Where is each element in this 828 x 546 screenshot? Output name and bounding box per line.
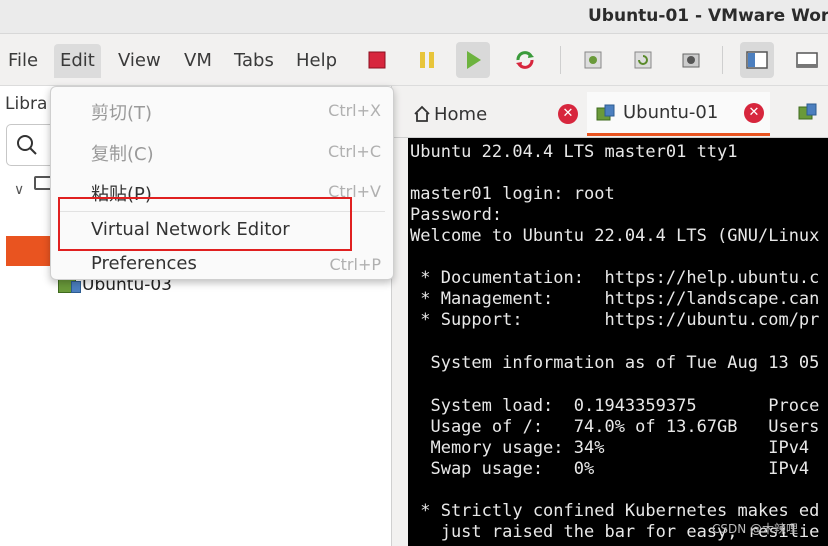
menu-item-cut[interactable]: 剪切(T) Ctrl+X [51, 93, 393, 127]
console-line: System load: 0.1943359375 Proce [410, 396, 820, 416]
library-view-button[interactable] [740, 42, 774, 78]
title-bar: Ubuntu-01 - VMware Work [0, 0, 828, 34]
power-on-icon [467, 51, 481, 69]
menu-item-preferences[interactable]: Preferences Ctrl+P [51, 247, 393, 281]
console-line: * Documentation: https://help.ubuntu.c [410, 268, 820, 288]
tab-ubuntu-01[interactable]: Ubuntu-01 ✕ [587, 92, 770, 136]
power-off-icon [368, 51, 386, 69]
home-icon [414, 105, 430, 122]
library-title: Libra [5, 94, 48, 114]
menu-item-shortcut: Ctrl+X [328, 101, 381, 120]
annotation-highlight-box [58, 197, 352, 251]
menu-edit[interactable]: Edit [54, 44, 101, 78]
console-line: * Support: https://ubuntu.com/pr [410, 310, 820, 330]
suspend-button[interactable] [410, 42, 444, 78]
snapshot-button[interactable] [576, 42, 610, 78]
close-icon[interactable]: ✕ [558, 104, 578, 124]
power-on-button[interactable] [456, 42, 490, 78]
snapshot-icon [584, 51, 602, 69]
restart-button[interactable] [508, 42, 542, 78]
panel-divider[interactable] [392, 138, 408, 546]
window-title: Ubuntu-01 - VMware Work [588, 6, 828, 26]
library-view-icon [746, 51, 768, 69]
menu-item-label: 复制(C) [91, 144, 154, 165]
console-line: * Management: https://landscape.can [410, 289, 820, 309]
power-off-button[interactable] [360, 42, 394, 78]
tree-expand-chevron-icon[interactable]: ∨ [14, 182, 24, 198]
console-line: Memory usage: 34% IPv4 [410, 438, 810, 458]
menu-item-label: Preferences [91, 253, 197, 274]
console-line: * Strictly confined Kubernetes makes ed [410, 501, 820, 521]
tab-bar: Home ✕ Ubuntu-01 ✕ [392, 86, 828, 138]
search-icon [17, 135, 37, 155]
console-line: Welcome to Ubuntu 22.04.4 LTS (GNU/Linux [410, 226, 820, 246]
console-view-icon [796, 52, 818, 68]
snapshot-manager-button[interactable] [674, 42, 708, 78]
console-line: Ubuntu 22.04.4 LTS master01 tty1 [410, 142, 738, 162]
restart-icon [516, 51, 534, 69]
menu-item-copy[interactable]: 复制(C) Ctrl+C [51, 134, 393, 168]
console-line: Usage of /: 74.0% of 13.67GB Users [410, 417, 820, 437]
console-view-button[interactable] [790, 42, 824, 78]
console-line: Swap usage: 0% IPv4 [410, 459, 810, 479]
console-line: master01 login: root [410, 184, 615, 204]
tab-ubuntu-01-label: Ubuntu-01 [623, 102, 719, 123]
toolbar-separator [722, 46, 723, 74]
snapshot-manager-icon [682, 53, 700, 68]
menu-item-shortcut: Ctrl+P [329, 255, 381, 274]
menubar: File Edit View VM Tabs Help [0, 34, 828, 86]
menu-view[interactable]: View [112, 44, 167, 78]
menu-item-shortcut: Ctrl+C [327, 142, 381, 161]
menu-help[interactable]: Help [290, 44, 343, 78]
suspend-icon [420, 52, 434, 68]
vm-console[interactable]: Ubuntu 22.04.4 LTS master01 tty1 master0… [408, 138, 828, 546]
console-line: System information as of Tue Aug 13 05 [410, 353, 820, 373]
revert-snapshot-button[interactable] [626, 42, 660, 78]
console-line: Password: [410, 205, 503, 225]
menu-tabs[interactable]: Tabs [228, 44, 280, 78]
menu-vm[interactable]: VM [178, 44, 218, 78]
close-icon[interactable]: ✕ [744, 102, 764, 123]
vm-icon[interactable] [797, 102, 819, 122]
menu-file[interactable]: File [2, 44, 44, 78]
toolbar-separator [560, 46, 561, 74]
tab-home[interactable]: Home ✕ [410, 92, 582, 136]
vm-icon [596, 104, 615, 120]
revert-snapshot-icon [634, 51, 652, 69]
tab-home-label: Home [434, 103, 488, 125]
watermark-text: CSDN @木辣哩 [711, 522, 798, 536]
menu-item-label: 剪切(T) [91, 103, 153, 124]
